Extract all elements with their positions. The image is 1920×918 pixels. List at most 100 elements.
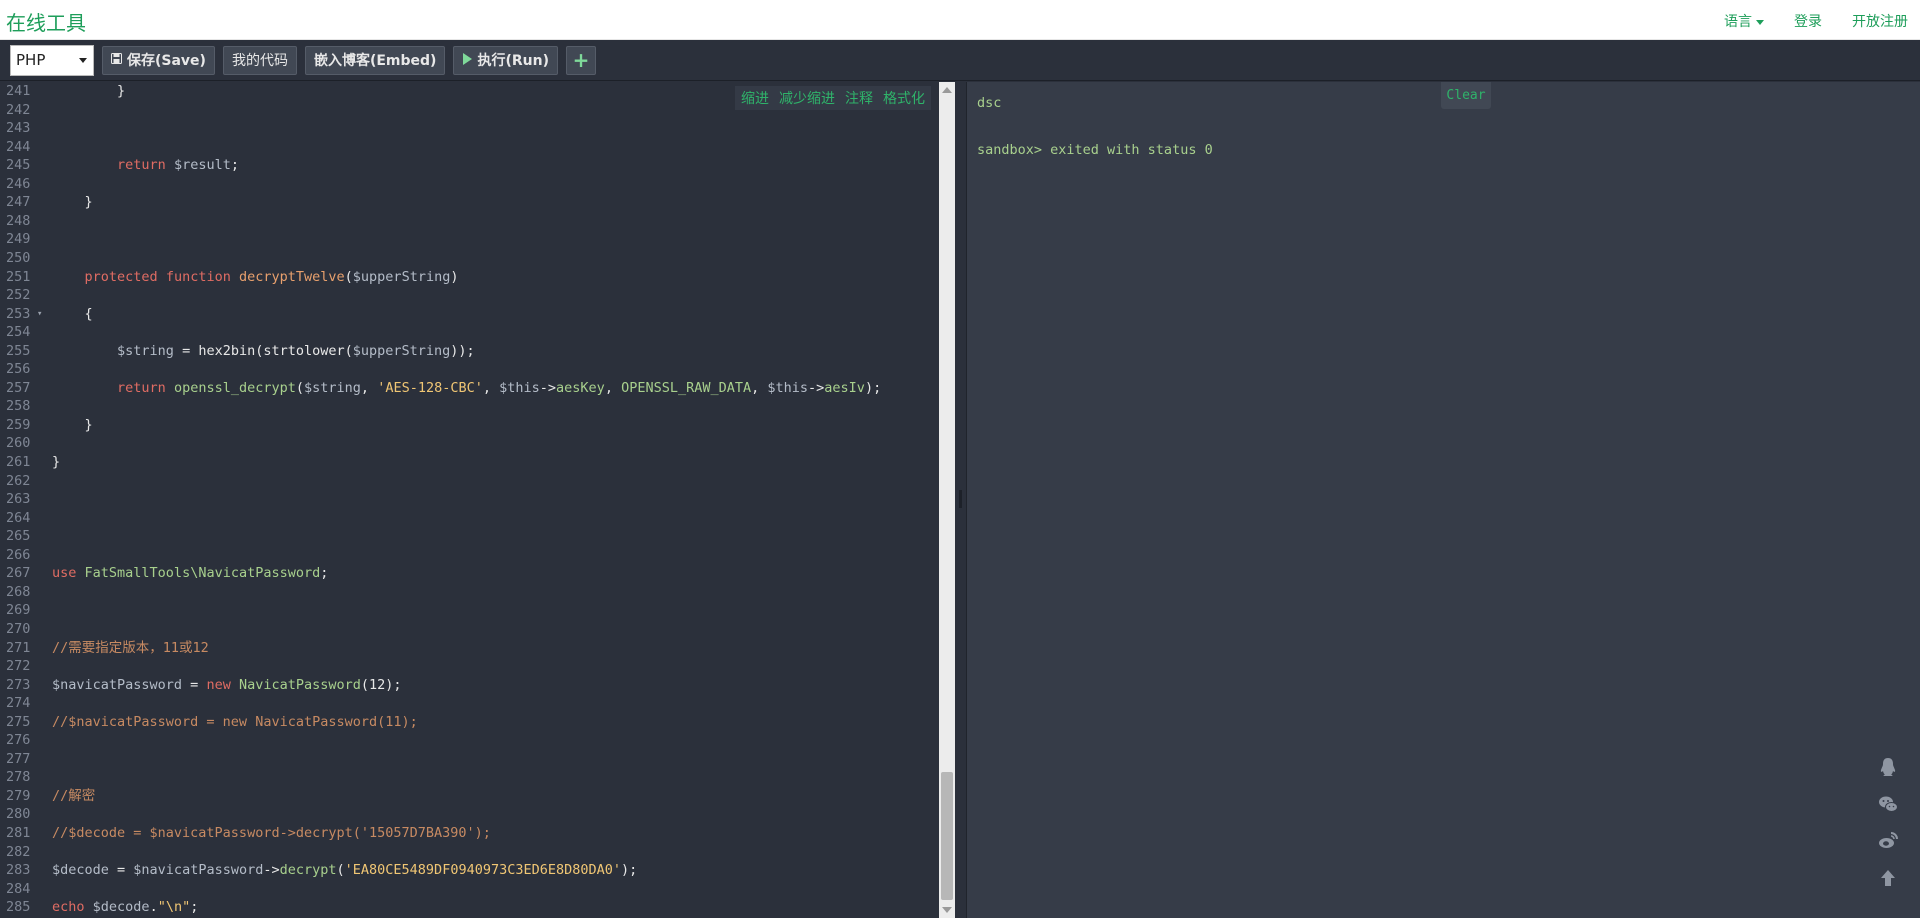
code-text: use FatSmallTools\NavicatPassword; xyxy=(52,564,328,582)
line-number: 265 xyxy=(6,528,31,545)
code-line[interactable]: 260 xyxy=(0,434,939,452)
code-line[interactable]: 264 xyxy=(0,509,939,527)
code-line[interactable]: 268 xyxy=(0,583,939,601)
code-line[interactable]: 255 $string = hex2bin(strtolower($upperS… xyxy=(0,342,939,360)
code-line[interactable]: 256 xyxy=(0,360,939,378)
code-line[interactable]: 270 xyxy=(0,620,939,638)
code-line[interactable]: 263 xyxy=(0,490,939,508)
code-line[interactable]: 249 xyxy=(0,230,939,248)
back-to-top-icon[interactable] xyxy=(1877,867,1899,889)
code-line[interactable]: 271 //需要指定版本，11或12 xyxy=(0,639,939,657)
code-line[interactable]: 283 $decode = $navicatPassword->decrypt('… xyxy=(0,861,939,879)
code-line[interactable]: 259 } xyxy=(0,416,939,434)
code-token: ); xyxy=(864,379,882,396)
scroll-down-icon[interactable] xyxy=(942,907,952,913)
clear-button[interactable]: Clear xyxy=(1441,82,1491,109)
code-line[interactable]: 285 echo $decode."\n"; xyxy=(0,898,939,916)
splitter-grip[interactable] xyxy=(959,490,962,508)
code-line[interactable]: 275 //$navicatPassword = new NavicatPassw… xyxy=(0,713,939,731)
code-text: //解密 xyxy=(52,787,95,805)
chevron-down-icon xyxy=(79,57,87,63)
nav-login[interactable]: 登录 xyxy=(1794,11,1822,31)
code-token: $string xyxy=(117,342,174,359)
language-select[interactable]: PHP xyxy=(10,44,94,76)
code-line[interactable]: 272 xyxy=(0,657,939,675)
scroll-up-icon[interactable] xyxy=(942,87,952,93)
code-line[interactable]: 269 xyxy=(0,601,939,619)
code-line[interactable]: 281 //$decode = $navicatPassword->decrypt… xyxy=(0,824,939,842)
editor-scrollbar[interactable] xyxy=(939,82,955,918)
format-button[interactable]: 格式化 xyxy=(883,88,925,108)
run-button[interactable]: 执行(Run) xyxy=(453,45,558,75)
code-line[interactable]: 279 //解密 xyxy=(0,787,939,805)
scrollbar-thumb[interactable] xyxy=(941,772,953,900)
wechat-icon[interactable] xyxy=(1877,793,1899,815)
output-line: dsc xyxy=(977,95,1002,111)
code-token: . xyxy=(149,899,158,916)
line-number: 266 xyxy=(6,546,31,563)
save-button[interactable]: 保存(Save) xyxy=(102,45,215,75)
code-line[interactable]: 258 xyxy=(0,397,939,415)
indent-button[interactable]: 缩进 xyxy=(741,88,769,108)
code-line[interactable]: 282 xyxy=(0,843,939,861)
code-token: 'EA80CE5489DF0940973C3ED6E8D80DA0' xyxy=(344,862,621,879)
nav-register[interactable]: 开放注册 xyxy=(1852,11,1908,31)
line-number: 241 xyxy=(6,83,31,99)
code-line[interactable]: 245 return $result; xyxy=(0,156,939,174)
my-code-button[interactable]: 我的代码 xyxy=(222,45,297,75)
code-line[interactable]: 257 return openssl_decrypt($string, 'AES… xyxy=(0,379,939,397)
code-line[interactable]: 273 $navicatPassword = new NavicatPasswor… xyxy=(0,676,939,694)
code-line[interactable]: 266 xyxy=(0,546,939,564)
pane-splitter[interactable] xyxy=(955,82,966,918)
code-line[interactable]: 251 protected function decryptTwelve($up… xyxy=(0,268,939,286)
line-number: 258 xyxy=(6,398,31,415)
code-line[interactable]: 284 xyxy=(0,880,939,898)
code-text: return openssl_decrypt($string, 'AES-128… xyxy=(52,379,881,397)
code-token: , xyxy=(482,379,500,396)
code-token: -> xyxy=(263,862,280,879)
line-number: 267 xyxy=(6,565,31,582)
code-token: protected xyxy=(84,268,158,285)
code-line[interactable]: 277 xyxy=(0,750,939,768)
line-number: 264 xyxy=(6,509,31,526)
code-text: protected function decryptTwelve($upperS… xyxy=(52,268,459,286)
play-icon xyxy=(462,52,473,68)
fold-arrow-icon[interactable]: ▾ xyxy=(37,305,42,323)
nav-language[interactable]: 语言 xyxy=(1724,11,1764,31)
code-line[interactable]: 248 xyxy=(0,212,939,230)
outdent-button[interactable]: 减少缩进 xyxy=(779,88,835,108)
code-line[interactable]: 274 xyxy=(0,694,939,712)
line-number: 261 xyxy=(6,454,31,470)
code-line[interactable]: 276 xyxy=(0,731,939,749)
code-token: $result xyxy=(173,157,231,174)
code-line[interactable]: 265 xyxy=(0,527,939,545)
code-line[interactable]: 253 ▾ { xyxy=(0,305,939,323)
code-editor[interactable]: 241 } 242 243 244 245 return $result; 246 247 … xyxy=(0,82,939,918)
line-number: 278 xyxy=(6,769,31,786)
code-line[interactable]: 254 xyxy=(0,323,939,341)
code-line[interactable]: 267 use FatSmallTools\NavicatPassword; xyxy=(0,564,939,582)
code-token: use xyxy=(52,565,77,582)
code-line[interactable]: 247 } xyxy=(0,193,939,211)
code-line[interactable]: 246 xyxy=(0,175,939,193)
code-line[interactable]: 262 xyxy=(0,472,939,490)
code-line[interactable]: 261} xyxy=(0,453,939,471)
code-line[interactable]: 250 xyxy=(0,249,939,267)
qq-icon[interactable] xyxy=(1877,756,1899,778)
code-line[interactable]: 278 xyxy=(0,768,939,786)
embed-button[interactable]: 嵌入博客(Embed) xyxy=(304,45,446,75)
code-token: ); xyxy=(621,862,638,879)
code-line[interactable]: 244 xyxy=(0,138,939,156)
code-line[interactable]: 243 xyxy=(0,119,939,137)
my-code-button-label: 我的代码 xyxy=(231,53,288,69)
code-line[interactable]: 252 xyxy=(0,286,939,304)
weibo-icon[interactable] xyxy=(1877,830,1899,852)
code-line[interactable]: 280 xyxy=(0,805,939,823)
site-brand[interactable]: 在线工具 xyxy=(6,7,86,36)
comment-button[interactable]: 注释 xyxy=(845,88,873,108)
code-token: = xyxy=(182,676,207,693)
add-button[interactable]: + xyxy=(565,45,596,75)
